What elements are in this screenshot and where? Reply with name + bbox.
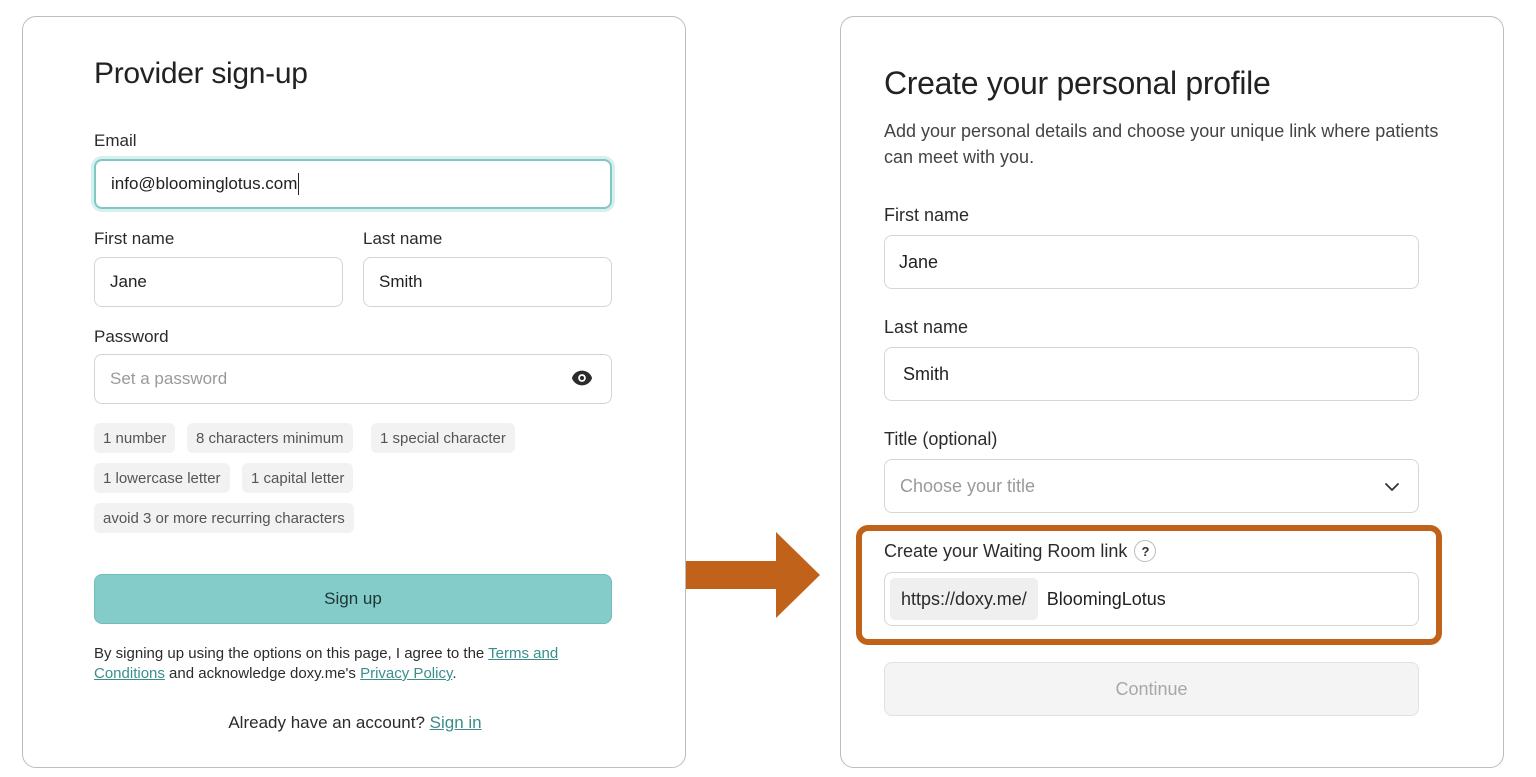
email-label: Email bbox=[94, 131, 137, 150]
chevron-down-icon bbox=[1385, 483, 1399, 491]
first-name-label: First name bbox=[94, 229, 175, 248]
personal-profile-card: Create your personal profile Add your pe… bbox=[840, 16, 1504, 768]
last-name-input[interactable]: Smith bbox=[363, 257, 612, 307]
signin-prompt: Already have an account? bbox=[228, 713, 430, 732]
last-name-label: Last name bbox=[363, 229, 443, 248]
title-label: Title (optional) bbox=[884, 429, 998, 449]
profile-last-name-value: Smith bbox=[903, 363, 950, 384]
password-placeholder: Set a password bbox=[110, 369, 228, 388]
signin-row: Already have an account? Sign in bbox=[23, 713, 687, 733]
legal-prefix: By signing up using the options on this … bbox=[94, 645, 489, 662]
profile-last-name-label: Last name bbox=[884, 317, 969, 337]
legal-notice: By signing up using the options on this … bbox=[94, 644, 614, 684]
first-name-input[interactable]: Jane bbox=[94, 257, 343, 307]
signup-title: Provider sign-up bbox=[94, 57, 308, 90]
profile-first-name-value: Jane bbox=[899, 251, 939, 272]
arrow-right-icon bbox=[686, 532, 820, 618]
waiting-room-url-input[interactable]: https://doxy.me/ BloomingLotus bbox=[884, 572, 1419, 626]
sign-in-link[interactable]: Sign in bbox=[430, 713, 482, 732]
text-caret bbox=[298, 173, 300, 195]
profile-first-name-label: First name bbox=[884, 205, 970, 225]
waiting-room-label-row: Create your Waiting Room link ? bbox=[884, 540, 1157, 562]
first-name-value: Jane bbox=[110, 272, 147, 291]
waiting-room-label: Create your Waiting Room link bbox=[884, 540, 1128, 561]
title-select[interactable]: Choose your title bbox=[884, 459, 1419, 513]
url-prefix: https://doxy.me/ bbox=[890, 578, 1038, 620]
privacy-policy-link[interactable]: Privacy Policy bbox=[360, 665, 452, 682]
legal-suffix: . bbox=[452, 665, 457, 682]
password-label: Password bbox=[94, 327, 169, 346]
last-name-value: Smith bbox=[379, 272, 423, 291]
sign-up-button[interactable]: Sign up bbox=[94, 574, 612, 624]
requirement-chip-min-length: 8 characters minimum bbox=[187, 423, 353, 453]
continue-button[interactable]: Continue bbox=[884, 662, 1419, 716]
email-value: info@bloominglotus.com bbox=[111, 174, 298, 193]
requirement-chip-lowercase: 1 lowercase letter bbox=[94, 463, 230, 493]
eye-icon[interactable] bbox=[571, 369, 593, 387]
requirement-chip-number: 1 number bbox=[94, 423, 176, 453]
profile-subtitle: Add your personal details and choose you… bbox=[884, 121, 1439, 167]
title-placeholder: Choose your title bbox=[900, 475, 1036, 496]
requirement-chip-special: 1 special character bbox=[371, 423, 515, 453]
email-input[interactable]: info@bloominglotus.com bbox=[94, 159, 612, 209]
password-input[interactable]: Set a password bbox=[94, 354, 612, 404]
legal-middle: and acknowledge doxy.me's bbox=[164, 665, 361, 682]
url-value: BloomingLotus bbox=[1046, 588, 1166, 609]
provider-signup-card: Provider sign-up Email info@bloominglotu… bbox=[22, 16, 686, 768]
requirement-chip-recurring: avoid 3 or more recurring characters bbox=[94, 503, 354, 533]
profile-first-name-input[interactable]: Jane bbox=[884, 235, 1419, 289]
profile-last-name-input[interactable]: Smith bbox=[884, 347, 1419, 401]
requirement-chip-capital: 1 capital letter bbox=[242, 463, 354, 493]
help-icon[interactable]: ? bbox=[1134, 540, 1157, 562]
profile-title: Create your personal profile bbox=[884, 65, 1271, 101]
